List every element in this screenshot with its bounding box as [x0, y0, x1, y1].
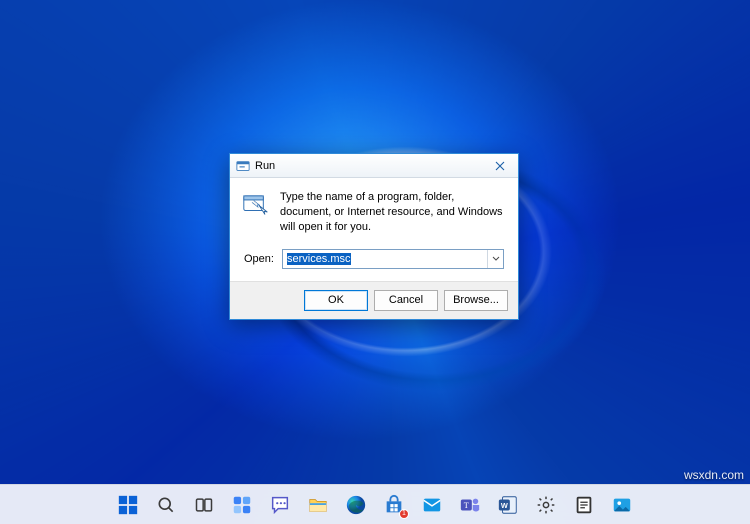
- run-titlebar[interactable]: Run: [230, 154, 518, 178]
- photos-icon[interactable]: [605, 488, 639, 522]
- taskbar: 1 T W: [0, 484, 750, 524]
- word-icon[interactable]: W: [491, 488, 525, 522]
- desktop: Run Type the name of a program, folder, …: [0, 0, 750, 524]
- svg-text:T: T: [464, 500, 469, 509]
- run-window-icon: [236, 159, 250, 173]
- run-description: Type the name of a program, folder, docu…: [280, 190, 504, 235]
- open-input[interactable]: [283, 250, 487, 268]
- notes-icon[interactable]: [567, 488, 601, 522]
- browse-button[interactable]: Browse...: [444, 290, 508, 311]
- run-titlebar-left: Run: [236, 159, 275, 173]
- store-badge: 1: [399, 509, 409, 519]
- watermark: wsxdn.com: [684, 468, 744, 482]
- ok-button[interactable]: OK: [304, 290, 368, 311]
- cancel-button[interactable]: Cancel: [374, 290, 438, 311]
- task-view-icon[interactable]: [187, 488, 221, 522]
- run-title: Run: [255, 160, 275, 172]
- store-icon[interactable]: 1: [377, 488, 411, 522]
- edge-icon[interactable]: [339, 488, 373, 522]
- run-dialog: Run Type the name of a program, folder, …: [229, 153, 519, 320]
- file-explorer-icon[interactable]: [301, 488, 335, 522]
- mail-icon[interactable]: [415, 488, 449, 522]
- open-label: Open:: [244, 253, 274, 265]
- settings-icon[interactable]: [529, 488, 563, 522]
- run-button-row: OK Cancel Browse...: [230, 281, 518, 319]
- chevron-down-icon[interactable]: [487, 250, 503, 268]
- run-body: Type the name of a program, folder, docu…: [230, 178, 518, 245]
- start-icon[interactable]: [111, 488, 145, 522]
- close-button[interactable]: [482, 154, 518, 178]
- run-open-row: Open:: [230, 245, 518, 281]
- chat-icon[interactable]: [263, 488, 297, 522]
- open-combobox[interactable]: [282, 249, 504, 269]
- search-icon[interactable]: [149, 488, 183, 522]
- svg-text:W: W: [501, 500, 508, 509]
- teams-icon[interactable]: T: [453, 488, 487, 522]
- widgets-icon[interactable]: [225, 488, 259, 522]
- run-app-icon: [242, 190, 270, 235]
